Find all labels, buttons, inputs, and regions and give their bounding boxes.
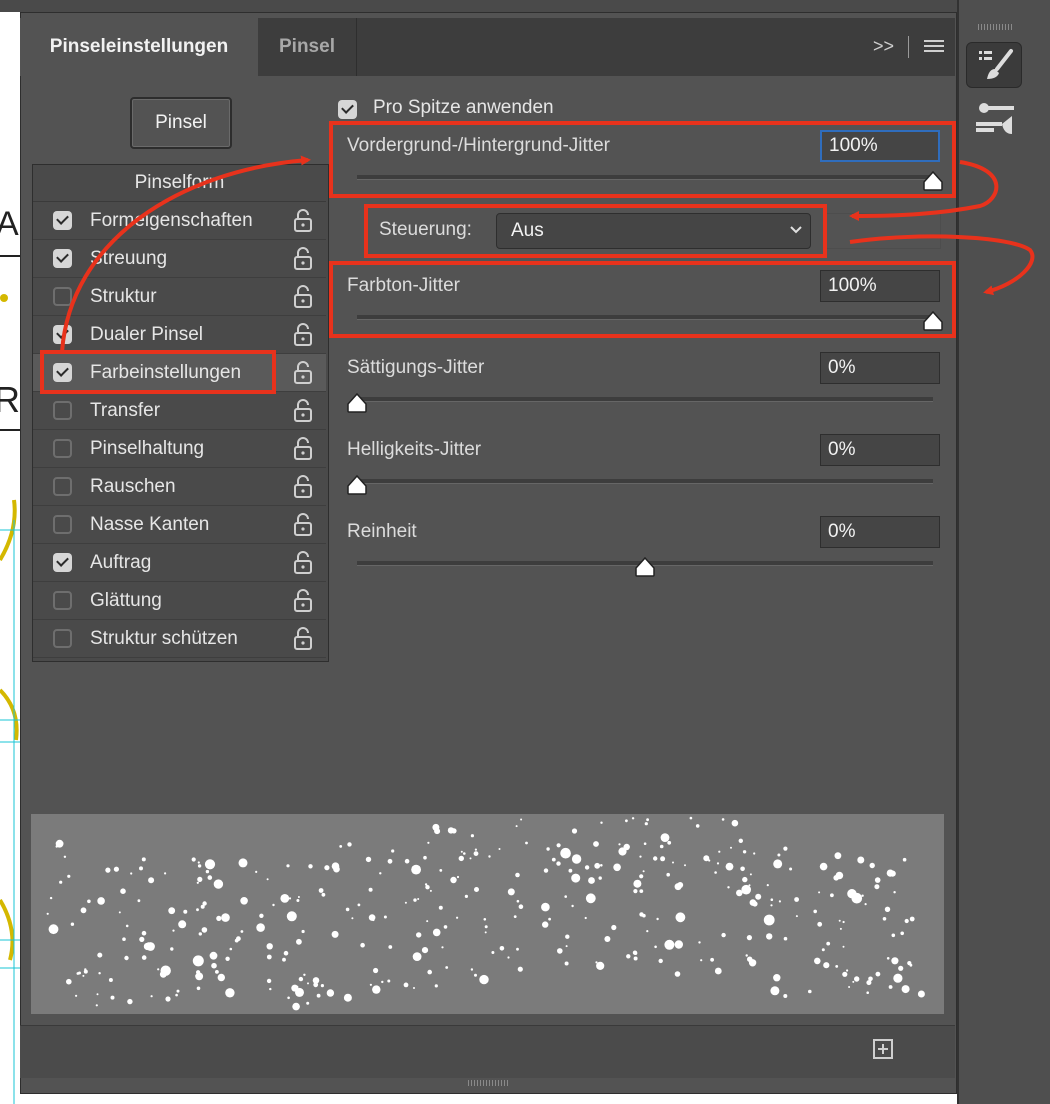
tab-separator <box>908 36 909 58</box>
brush-stroke-preview <box>31 814 944 1014</box>
control-extra-field <box>826 213 941 249</box>
brush-settings-icon <box>976 103 1014 134</box>
preview-dots <box>46 816 925 1011</box>
brush-presets-button[interactable]: Pinsel <box>130 97 232 149</box>
list-item-checkbox[interactable] <box>53 439 72 458</box>
menu-icon[interactable] <box>924 40 944 54</box>
tab-brush-settings[interactable]: Pinseleinstellungen <box>20 18 258 76</box>
saturation-jitter-slider-thumb[interactable] <box>345 392 369 414</box>
list-item-label: Glättung <box>90 589 162 611</box>
list-item-label: Struktur schützen <box>90 627 238 649</box>
lock-icon[interactable] <box>293 589 313 613</box>
svg-text:A: A <box>0 205 19 243</box>
list-item-checkbox[interactable] <box>53 287 72 306</box>
brightness-jitter-slider-track[interactable] <box>357 479 933 484</box>
list-item-label: Dualer Pinsel <box>90 323 203 345</box>
purity-slider-thumb[interactable] <box>633 556 657 578</box>
lock-icon[interactable] <box>293 475 313 499</box>
brightness-jitter-input[interactable]: 0% <box>820 434 940 466</box>
list-item[interactable]: Pinselhaltung <box>33 430 326 468</box>
lock-icon[interactable] <box>293 209 313 233</box>
list-item[interactable]: Struktur <box>33 278 326 316</box>
list-item[interactable]: Auftrag <box>33 544 326 582</box>
canvas-top-strip <box>0 0 960 12</box>
list-item[interactable]: Streuung <box>33 240 326 278</box>
list-item-checkbox[interactable] <box>53 211 72 230</box>
brush-panel-button[interactable] <box>966 42 1022 88</box>
panel-resize-grip[interactable] <box>468 1080 508 1086</box>
tab-brush[interactable]: Pinsel <box>258 18 357 76</box>
annotation-box-hue-jitter <box>329 261 956 338</box>
saturation-jitter-label: Sättigungs-Jitter <box>347 357 485 378</box>
lock-icon[interactable] <box>293 627 313 651</box>
annotation-box-fg-bg-jitter <box>329 121 956 198</box>
lock-icon[interactable] <box>293 551 313 575</box>
annotation-box-control <box>364 204 827 258</box>
list-item-label: Rauschen <box>90 475 176 497</box>
list-item-label: Formeigenschaften <box>90 209 253 231</box>
dock-grip[interactable] <box>978 24 1014 30</box>
list-item[interactable]: Dualer Pinsel <box>33 316 326 354</box>
annotation-box-color-settings <box>40 350 276 394</box>
list-item-checkbox[interactable] <box>53 325 72 344</box>
list-item-label: Auftrag <box>90 551 152 573</box>
list-item-label: Transfer <box>90 399 161 421</box>
apply-per-tip-label: Pro Spitze anwenden <box>373 97 554 118</box>
lock-icon[interactable] <box>293 513 313 537</box>
list-item-checkbox[interactable] <box>53 401 72 420</box>
list-item-label: Pinselhaltung <box>90 437 205 459</box>
list-item-checkbox[interactable] <box>53 477 72 496</box>
brush-panel-icon <box>979 49 1013 79</box>
list-item-label: Struktur <box>90 285 157 307</box>
list-item[interactable]: Rauschen <box>33 468 326 506</box>
right-dock <box>957 0 1050 1104</box>
purity-input[interactable]: 0% <box>820 516 940 548</box>
list-item[interactable]: Struktur schützen <box>33 620 326 658</box>
lock-icon[interactable] <box>293 399 313 423</box>
list-item[interactable]: Nasse Kanten <box>33 506 326 544</box>
brightness-jitter-slider-thumb[interactable] <box>345 474 369 496</box>
list-item[interactable]: Glättung <box>33 582 326 620</box>
list-item-checkbox[interactable] <box>53 249 72 268</box>
list-item[interactable]: Transfer <box>33 392 326 430</box>
lock-icon[interactable] <box>293 323 313 347</box>
brush-settings-button[interactable] <box>966 98 1020 142</box>
brightness-jitter-label: Helligkeits-Jitter <box>347 439 482 460</box>
list-item-label: Streuung <box>90 247 168 269</box>
new-preset-icon[interactable] <box>873 1039 893 1059</box>
list-item-checkbox[interactable] <box>53 553 72 572</box>
saturation-jitter-input[interactable]: 0% <box>820 352 940 384</box>
lock-icon[interactable] <box>293 437 313 461</box>
brush-tip-shape-item[interactable]: Pinselform <box>33 165 326 202</box>
saturation-jitter-slider-track[interactable] <box>357 397 933 402</box>
list-item-label: Nasse Kanten <box>90 513 210 535</box>
lock-icon[interactable] <box>293 361 313 385</box>
list-item-checkbox[interactable] <box>53 515 72 534</box>
apply-per-tip-checkbox[interactable] <box>338 100 357 119</box>
panel-footer <box>20 1025 955 1078</box>
list-item[interactable]: Formeigenschaften <box>33 202 326 240</box>
svg-text:R: R <box>0 379 20 420</box>
list-item-checkbox[interactable] <box>53 629 72 648</box>
lock-icon[interactable] <box>293 285 313 309</box>
list-item-checkbox[interactable] <box>53 591 72 610</box>
collapse-panel-icon[interactable]: >> <box>873 36 894 57</box>
purity-label: Reinheit <box>347 521 417 542</box>
lock-icon[interactable] <box>293 247 313 271</box>
